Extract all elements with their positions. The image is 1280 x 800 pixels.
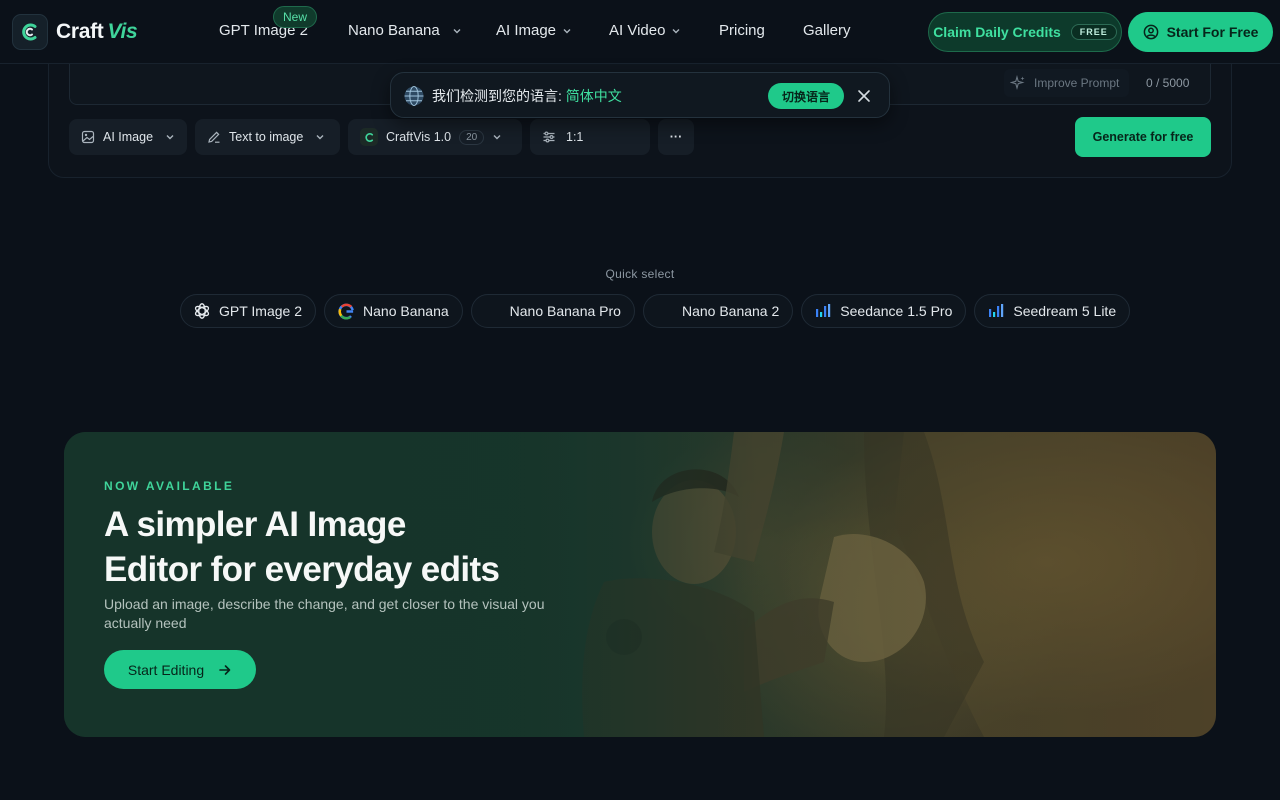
pencil-icon [208,131,220,143]
image-icon [81,130,95,144]
top-nav: Craft Vis GPT Image 2 New Nano Banana AI … [0,0,1280,64]
sliders-icon [543,131,555,143]
more-options-button[interactable]: ··· [658,119,694,155]
type-select[interactable]: AI Image [69,119,187,155]
nav-nano-banana[interactable]: Nano Banana [348,22,462,39]
generate-button[interactable]: Generate for free [1075,117,1211,157]
quick-select-label: Quick select [605,267,675,281]
credit-cost-badge: 20 [459,129,485,145]
banana-moon-icon [484,302,502,320]
chevron-down-icon [672,28,680,33]
start-for-free-button[interactable]: Start For Free [1128,12,1273,52]
chip-seedance-1-5-pro[interactable]: Seedance 1.5 Pro [801,294,967,328]
nav-pricing[interactable]: Pricing [719,22,765,39]
bars-icon [987,302,1005,320]
quick-select-chips: GPT Image 2 Nano Banana Nano Banana Pro … [180,294,1131,328]
hero-subtitle: Upload an image, describe the change, an… [104,596,545,631]
chip-gpt-image-2[interactable]: GPT Image 2 [180,294,317,328]
nav-gallery[interactable]: Gallery [803,22,851,39]
start-editing-button[interactable]: Start Editing [104,650,256,689]
more-icon: ··· [669,130,683,144]
logo-mark-icon [12,14,48,50]
user-circle-icon [1143,24,1158,40]
bars-icon [814,302,832,320]
chip-seedream-5-lite[interactable]: Seedream 5 Lite [974,294,1131,328]
logo-text: Craft Vis [56,20,138,43]
hero-title: A simpler AI Image Editor for everyday e… [104,505,500,589]
language-message: 我们检测到您的语言: 简体中文 [432,88,622,104]
chevron-down-icon [166,135,174,140]
globe-icon [404,86,424,106]
chevron-down-icon [316,135,324,140]
chip-nano-banana[interactable]: Nano Banana [324,294,463,328]
banana-moon-icon [656,302,674,320]
arrow-right-icon [219,664,231,675]
hero-banner: NOW AVAILABLE A simpler AI Image Editor … [64,432,1216,737]
aspect-ratio-select[interactable]: 1:1 [530,119,650,155]
logo[interactable]: Craft Vis [12,14,138,50]
free-badge: FREE [1070,24,1117,40]
claim-daily-credits-button[interactable]: Claim Daily Credits FREE [928,12,1122,52]
mode-select[interactable]: Text to image [195,119,340,155]
switch-language-button[interactable]: 切换语言 [768,83,844,109]
chip-nano-banana-pro[interactable]: Nano Banana Pro [470,294,635,328]
craftvis-logo-icon [360,128,378,146]
chevron-down-icon [563,28,571,33]
nav-ai-video[interactable]: AI Video [609,22,681,39]
google-icon [337,302,355,320]
improve-prompt-button[interactable]: Improve Prompt [1004,69,1130,97]
openai-icon [193,302,211,320]
new-badge: New [273,6,318,28]
close-icon[interactable] [856,88,872,104]
model-select[interactable]: CraftVis 1.0 20 [348,119,522,155]
detected-language: 简体中文 [565,88,622,104]
chevron-down-icon [493,135,501,140]
sparkle-icon [1010,75,1025,91]
chip-nano-banana-2[interactable]: Nano Banana 2 [642,294,794,328]
character-counter: 0 / 5000 [1146,76,1190,90]
hero-eyebrow: NOW AVAILABLE [104,479,235,493]
chevron-down-icon [453,28,461,33]
language-detect-popup: 我们检测到您的语言: 简体中文 切换语言 [390,72,890,118]
nav-ai-image[interactable]: AI Image [496,22,572,39]
